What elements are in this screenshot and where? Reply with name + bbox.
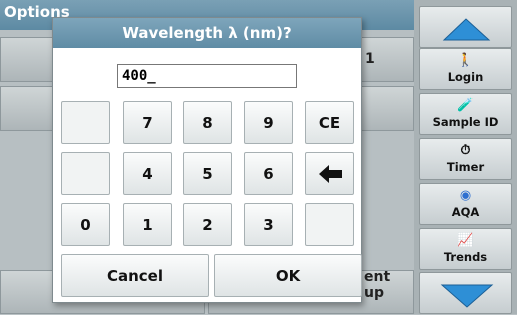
key-3[interactable]: 3 xyxy=(244,203,293,246)
trends-icon: 📈 xyxy=(457,233,474,248)
login-label: Login xyxy=(447,70,484,84)
wavelength-dialog: Wavelength λ (nm)? 400_ 7 8 9 CE 4 5 6 0… xyxy=(52,17,362,303)
timer-button[interactable]: ⏱ Timer xyxy=(419,138,512,180)
aqa-button[interactable]: ◉ AQA xyxy=(419,183,512,225)
key-7[interactable]: 7 xyxy=(123,101,172,144)
scroll-down-button[interactable] xyxy=(419,272,512,314)
wavelength-input[interactable]: 400_ xyxy=(117,64,297,88)
login-button[interactable]: 🚶 Login xyxy=(419,48,512,90)
blank-key xyxy=(61,101,110,144)
key-5[interactable]: 5 xyxy=(183,152,232,195)
key-6[interactable]: 6 xyxy=(244,152,293,195)
aqa-icon: ◉ xyxy=(459,188,472,203)
blank-key xyxy=(305,203,354,246)
key-9[interactable]: 9 xyxy=(244,101,293,144)
back-arrow-icon xyxy=(319,165,342,183)
blank-key xyxy=(61,152,110,195)
timer-label: Timer xyxy=(446,160,485,174)
cancel-button[interactable]: Cancel xyxy=(61,254,209,297)
person-icon: 🚶 xyxy=(457,53,474,68)
sample-id-button[interactable]: 🧪 Sample ID xyxy=(419,93,512,135)
key-0[interactable]: 0 xyxy=(61,203,110,246)
trends-button[interactable]: 📈 Trends xyxy=(419,228,512,270)
key-2[interactable]: 2 xyxy=(183,203,232,246)
trends-label: Trends xyxy=(443,250,488,264)
aqa-label: AQA xyxy=(451,205,480,219)
scroll-up-button[interactable] xyxy=(419,6,512,48)
key-1[interactable]: 1 xyxy=(123,203,172,246)
bg-option-text: 1 xyxy=(365,51,375,67)
sample-id-label: Sample ID xyxy=(432,115,499,129)
clear-entry-button[interactable]: CE xyxy=(305,101,354,144)
up-arrow-icon xyxy=(442,18,491,41)
key-4[interactable]: 4 xyxy=(123,152,172,195)
bg-option-text-bottom: ent up xyxy=(364,269,391,301)
down-arrow-icon xyxy=(440,284,494,308)
timer-icon: ⏱ xyxy=(460,143,471,158)
vial-icon: 🧪 xyxy=(457,98,474,113)
backspace-button[interactable] xyxy=(305,152,354,195)
key-8[interactable]: 8 xyxy=(183,101,232,144)
ok-button[interactable]: OK xyxy=(214,254,362,297)
dialog-title: Wavelength λ (nm)? xyxy=(53,18,361,48)
